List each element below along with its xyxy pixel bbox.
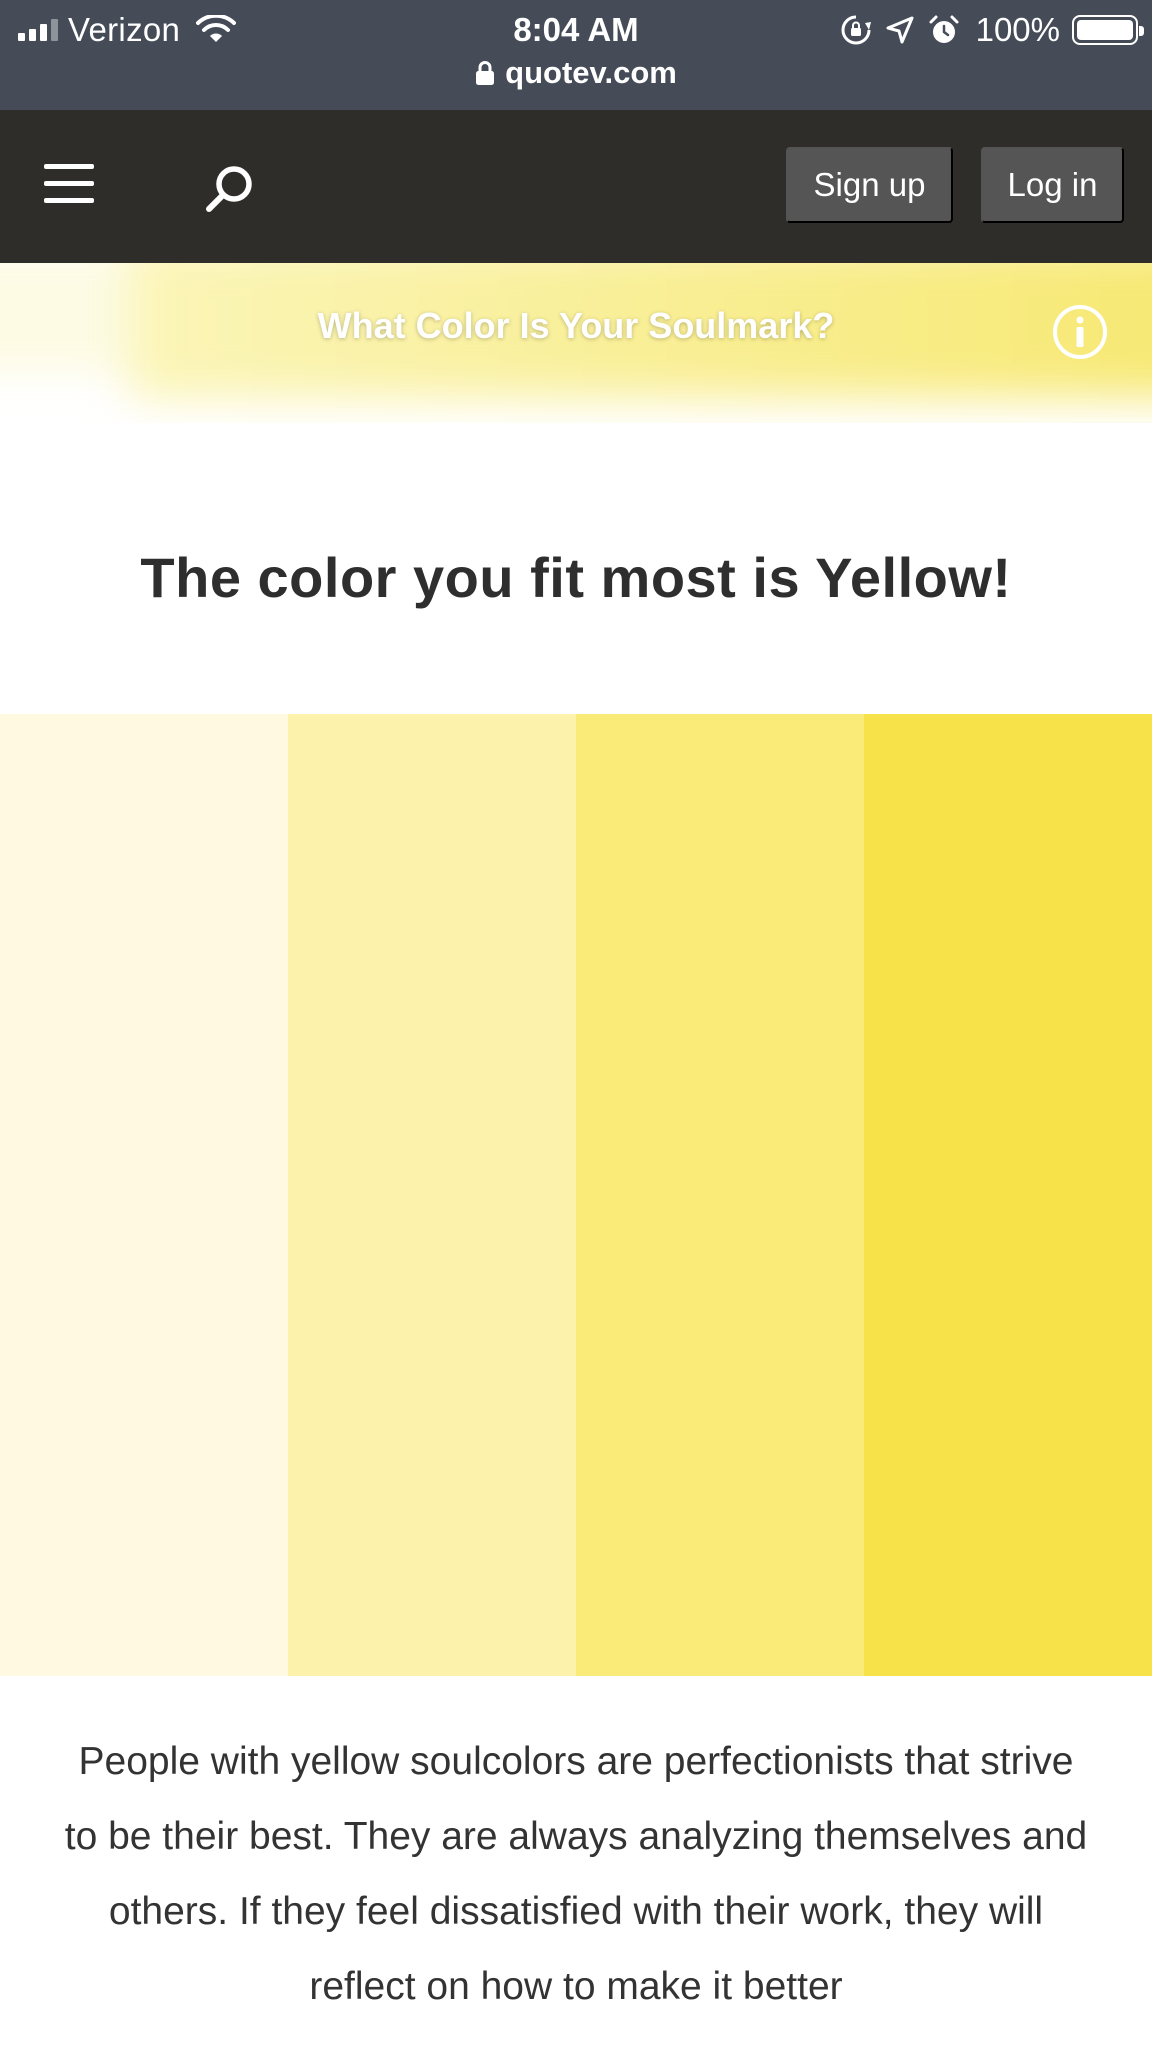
- color-swatches: [0, 714, 1152, 1676]
- result-heading: The color you fit most is Yellow!: [140, 546, 1012, 609]
- site-navbar: Sign up Log in: [0, 110, 1152, 263]
- address-bar[interactable]: quotev.com: [0, 52, 1152, 94]
- search-icon[interactable]: [200, 160, 260, 220]
- url-text: quotev.com: [505, 55, 677, 90]
- log-in-button[interactable]: Log in: [981, 147, 1124, 223]
- battery-icon: [1072, 15, 1144, 45]
- page: Verizon 8:04 AM 100% quotev.com Sign up …: [0, 0, 1152, 2048]
- quiz-banner: What Color Is Your Soulmark?: [0, 263, 1152, 423]
- status-bar: Verizon 8:04 AM 100% quotev.com: [0, 0, 1152, 110]
- color-swatch-1: [0, 714, 288, 1676]
- info-icon[interactable]: [1051, 303, 1109, 361]
- color-swatch-4: [864, 714, 1152, 1676]
- battery-percent: 100%: [975, 11, 1060, 48]
- location-icon: [886, 16, 914, 44]
- quiz-title[interactable]: What Color Is Your Soulmark?: [0, 305, 1152, 347]
- battery-level: [1077, 20, 1133, 40]
- hamburger-menu-icon[interactable]: [40, 160, 98, 210]
- lock-icon: [476, 61, 495, 85]
- alarm-icon: [929, 15, 959, 43]
- sign-up-button[interactable]: Sign up: [786, 147, 953, 223]
- result-description: People with yellow soulcolors are perfec…: [64, 1740, 1088, 2008]
- color-swatch-2: [288, 714, 576, 1676]
- orientation-lock-icon: [841, 15, 871, 45]
- color-swatch-3: [576, 714, 864, 1676]
- status-right: 100%: [840, 8, 1144, 52]
